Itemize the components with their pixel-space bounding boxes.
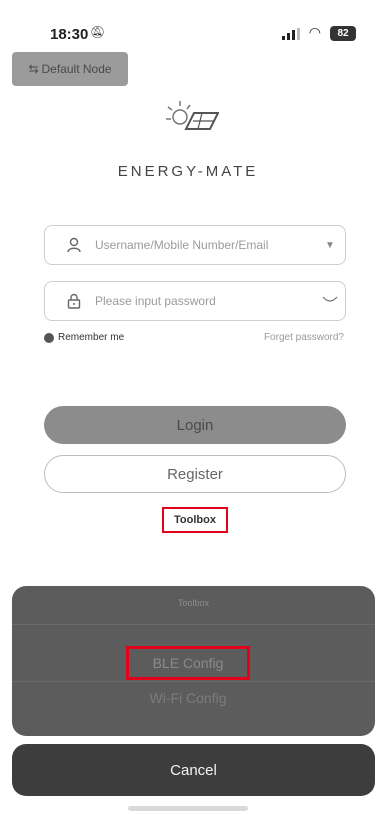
divider (12, 624, 375, 625)
dropdown-arrow-icon[interactable]: ▼ (315, 240, 345, 251)
eye-closed-icon[interactable] (315, 295, 345, 308)
remember-me-label: Remember me (58, 332, 125, 343)
remember-me-checkbox[interactable]: Remember me (44, 332, 124, 343)
user-icon (63, 237, 85, 253)
cellular-signal-icon (282, 28, 300, 40)
username-input[interactable]: Username/Mobile Number/Email (95, 238, 315, 252)
default-node-label: Default Node (41, 62, 112, 76)
energy-mate-logo-icon (166, 101, 219, 130)
forgot-password-link[interactable]: Forget password? (264, 332, 344, 343)
register-button[interactable]: Register (44, 455, 346, 493)
login-button[interactable]: Login (44, 406, 346, 444)
ble-config-option[interactable]: BLE Config (126, 646, 250, 680)
lock-icon (63, 293, 85, 309)
default-node-button[interactable]: ⇆ Default Node (12, 52, 128, 86)
home-indicator (128, 806, 248, 811)
action-sheet-title: Toolbox (177, 598, 210, 608)
wifi-icon: ◠ (308, 24, 321, 40)
check-circle-icon (44, 332, 54, 343)
toolbox-link[interactable]: Toolbox (162, 507, 228, 533)
username-field[interactable]: Username/Mobile Number/Email ▼ (44, 225, 346, 265)
status-bar: 18:30 🔕︎ ◠ 82 (0, 0, 376, 60)
wifi-config-option[interactable]: Wi-Fi Config (0, 690, 376, 706)
divider (12, 681, 375, 682)
app-brand-name: ENERGY-MATE (117, 163, 259, 180)
swap-icon: ⇆ (28, 62, 39, 76)
cancel-button[interactable]: Cancel (12, 744, 375, 796)
password-input[interactable]: Please input password (95, 294, 315, 308)
battery-icon: 82 (330, 26, 356, 41)
password-field[interactable]: Please input password (44, 281, 346, 321)
mute-bell-icon: 🔕︎ (90, 25, 106, 39)
status-time: 18:30 (50, 26, 89, 43)
